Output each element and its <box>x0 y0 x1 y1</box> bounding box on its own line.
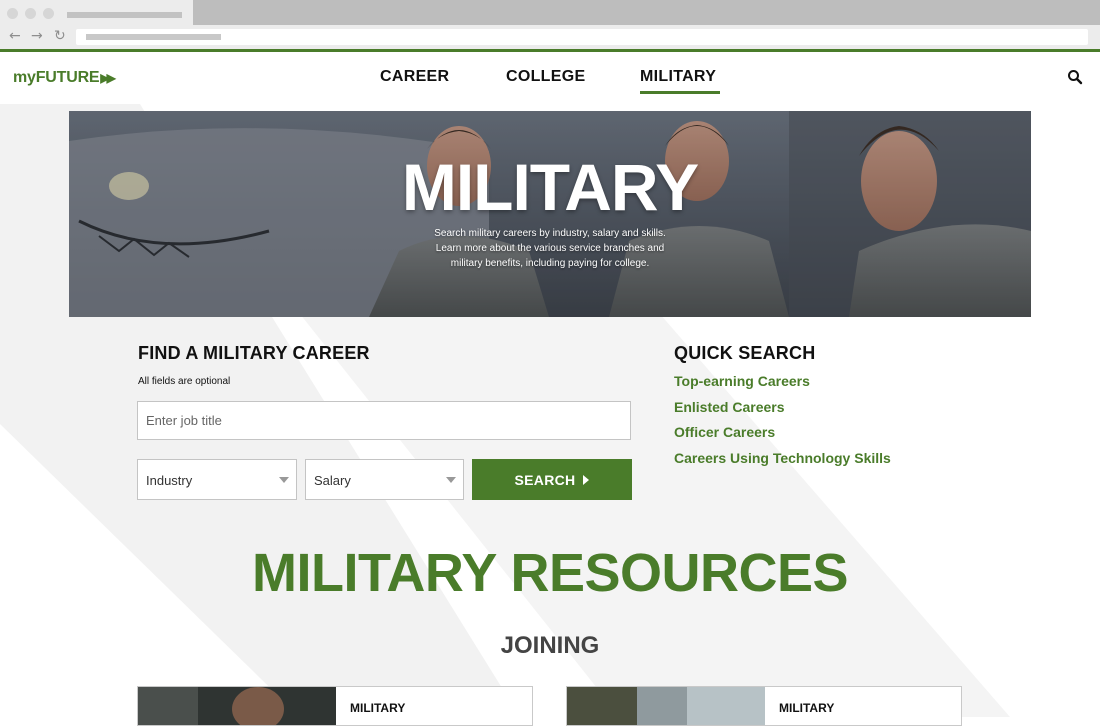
search-button[interactable]: SEARCH <box>472 459 632 500</box>
hero-subtitle-line: military benefits, including paying for … <box>450 258 650 269</box>
hero-subtitle-line: Learn more about the various service bra… <box>435 243 665 254</box>
play-arrow-icon <box>583 474 590 485</box>
card-image <box>138 687 336 725</box>
back-arrow-icon[interactable]: ← <box>9 28 21 44</box>
quick-link-officer[interactable]: Officer Careers <box>674 424 891 450</box>
industry-select[interactable]: Industry <box>137 459 297 500</box>
resources-heading: MILITARY RESOURCES <box>251 543 849 603</box>
site-logo[interactable]: myFUTURE▶▶ <box>13 69 116 87</box>
card-image <box>567 687 765 725</box>
window-minimize-dot[interactable] <box>25 8 36 19</box>
joining-subheading: JOINING <box>500 632 600 659</box>
active-nav-indicator <box>640 91 720 94</box>
nav-college[interactable]: COLLEGE <box>506 68 585 86</box>
hero-subtitle-line: Search military careers by industry, sal… <box>434 228 666 239</box>
double-chevron-icon: ▶▶ <box>100 71 116 85</box>
window-maximize-dot[interactable] <box>43 8 54 19</box>
resource-card[interactable]: MILITARY <box>137 686 533 726</box>
tab-title-placeholder <box>67 12 182 18</box>
browser-titlebar <box>0 0 1100 25</box>
quick-link-technology[interactable]: Careers Using Technology Skills <box>674 450 891 476</box>
hero-title: MILITARY <box>401 150 699 224</box>
quick-search-links: Top-earning Careers Enlisted Careers Off… <box>674 373 891 475</box>
window-close-dot[interactable] <box>7 8 18 19</box>
industry-select-value: Industry <box>146 473 193 488</box>
job-title-input[interactable] <box>137 401 631 440</box>
card-label: MILITARY <box>779 701 835 715</box>
nav-career[interactable]: CAREER <box>380 68 449 86</box>
salary-select-value: Salary <box>314 473 351 488</box>
address-bar[interactable] <box>76 29 1088 45</box>
site-header: myFUTURE▶▶ CAREER COLLEGE MILITARY <box>0 52 1100 104</box>
quick-search-heading: QUICK SEARCH <box>674 343 816 363</box>
hero-banner: MILITARY Search military careers by indu… <box>69 111 1031 317</box>
caret-down-icon <box>279 477 289 483</box>
quick-link-top-earning[interactable]: Top-earning Careers <box>674 373 891 399</box>
nav-military[interactable]: MILITARY <box>640 68 716 86</box>
caret-down-icon <box>446 477 456 483</box>
hero-subtitle: Search military careers by industry, sal… <box>69 226 1031 271</box>
quick-link-enlisted[interactable]: Enlisted Careers <box>674 399 891 425</box>
resource-card[interactable]: MILITARY <box>566 686 962 726</box>
search-button-label: SEARCH <box>514 471 576 488</box>
forward-arrow-icon[interactable]: → <box>31 28 43 44</box>
optional-fields-note: All fields are optional <box>138 376 231 387</box>
salary-select[interactable]: Salary <box>305 459 464 500</box>
url-placeholder <box>86 34 221 40</box>
browser-tab[interactable] <box>0 0 193 25</box>
find-career-heading: FIND A MILITARY CAREER <box>138 343 370 363</box>
browser-toolbar: ← → ↻ <box>0 25 1100 49</box>
search-icon[interactable] <box>1067 69 1083 85</box>
card-label: MILITARY <box>350 701 406 715</box>
reload-icon[interactable]: ↻ <box>54 28 66 44</box>
